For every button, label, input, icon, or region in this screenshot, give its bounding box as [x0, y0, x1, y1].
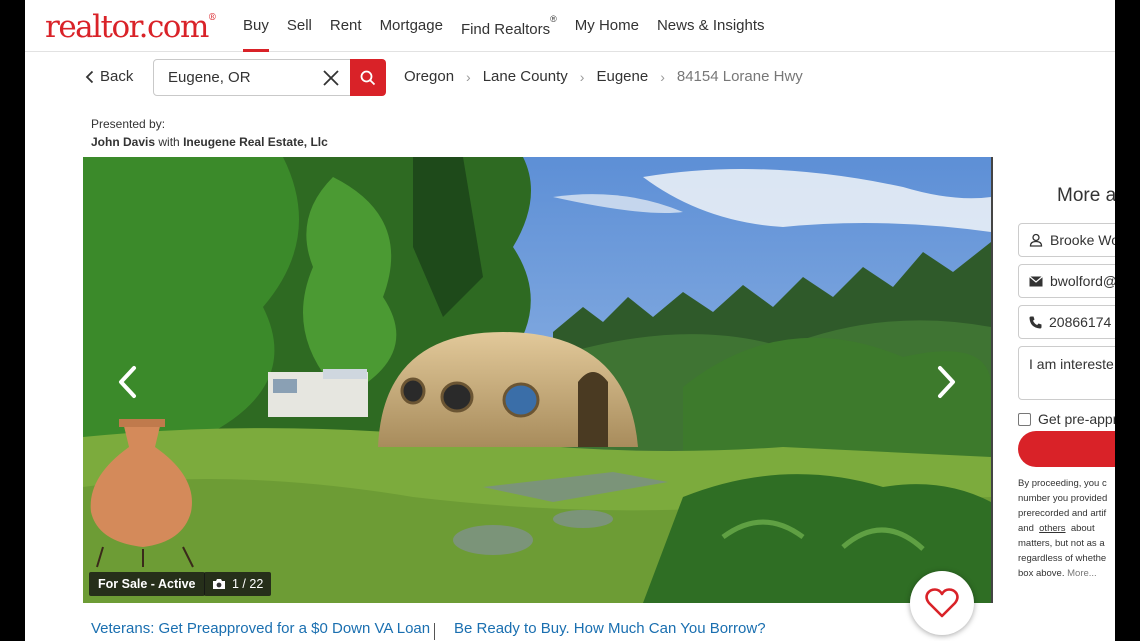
- search-button[interactable]: [350, 59, 386, 96]
- location-search: [153, 59, 351, 96]
- breadcrumb-address: 84154 Lorane Hwy: [676, 68, 803, 85]
- listing-photo: [83, 157, 991, 603]
- previous-photo-icon[interactable]: [113, 362, 143, 402]
- presented-connector: with: [158, 135, 180, 149]
- phone-field-value: 20866174: [1049, 314, 1112, 330]
- nav-mortgage[interactable]: Mortgage: [371, 0, 452, 52]
- email-field-value: bwolford@: [1050, 273, 1115, 289]
- top-navigation: realtor.com® Buy Sell Rent Mortgage Find…: [25, 0, 1115, 52]
- contact-agent-button[interactable]: [1018, 431, 1115, 467]
- photo-counter[interactable]: 1 / 22: [204, 572, 272, 596]
- search-icon: [360, 70, 376, 85]
- envelope-icon: [1029, 275, 1043, 286]
- name-field[interactable]: Brooke Wo: [1018, 223, 1115, 257]
- disclaimer-line: and others about: [1018, 523, 1095, 534]
- person-icon: [1029, 233, 1043, 247]
- back-label: Back: [100, 68, 134, 85]
- next-photo-icon[interactable]: [931, 362, 961, 402]
- email-field[interactable]: bwolford@: [1018, 264, 1115, 298]
- location-search-input[interactable]: [168, 69, 318, 86]
- phone-icon: [1029, 316, 1042, 328]
- contact-agent-panel: More a Brooke Wo bwolford@ 20866174 I am…: [991, 157, 1115, 603]
- nav-find-realtors[interactable]: Find Realtors®: [452, 0, 566, 52]
- listing-page: realtor.com® Buy Sell Rent Mortgage Find…: [25, 0, 1115, 641]
- listing-photo-carousel[interactable]: For Sale - Active 1 / 22: [83, 157, 991, 603]
- breadcrumb-county[interactable]: Lane County: [483, 68, 568, 85]
- chevron-left-icon: [85, 70, 94, 83]
- name-field-value: Brooke Wo: [1050, 232, 1115, 248]
- agent-name: John Davis: [91, 135, 156, 149]
- preapproval-checkbox[interactable]: [1018, 412, 1031, 426]
- preapproval-label: Get pre-appr: [1038, 411, 1115, 427]
- back-link[interactable]: Back: [85, 68, 133, 85]
- nav-my-home[interactable]: My Home: [566, 0, 648, 52]
- nav-rent[interactable]: Rent: [321, 0, 371, 52]
- others-link[interactable]: others: [1039, 523, 1065, 534]
- more-link[interactable]: More...: [1067, 568, 1097, 579]
- chevron-right-icon: ›: [466, 68, 471, 85]
- camera-icon: [213, 579, 225, 589]
- panel-title: More a: [1057, 185, 1115, 206]
- message-field-value: I am intereste: [1029, 356, 1114, 372]
- va-loan-link[interactable]: Veterans: Get Preapproved for a $0 Down …: [91, 620, 430, 637]
- disclaimer-line: prerecorded and artif: [1018, 508, 1107, 519]
- presented-by: Presented by: John Davis with Ineugene R…: [91, 115, 328, 151]
- preapproval-option[interactable]: Get pre-appr: [1018, 411, 1115, 427]
- breadcrumb: Oregon › Lane County › Eugene › 84154 Lo…: [404, 68, 803, 85]
- disclaimer-line: number you provided: [1018, 493, 1108, 504]
- disclaimer-line: By proceeding, you c: [1018, 478, 1107, 489]
- listing-status-badge: For Sale - Active: [89, 572, 205, 596]
- save-favorite-button[interactable]: [910, 571, 974, 635]
- clear-search-icon[interactable]: [322, 69, 340, 87]
- consent-disclaimer: By proceeding, you c number you provided…: [1018, 476, 1115, 581]
- nav-sell[interactable]: Sell: [278, 0, 321, 52]
- chevron-right-icon: ›: [579, 68, 585, 85]
- presented-by-label: Presented by:: [91, 117, 166, 131]
- brokerage-name: Ineugene Real Estate, Llc: [183, 135, 328, 149]
- disclaimer-line: matters, but not as a: [1018, 538, 1105, 549]
- heart-icon: [925, 588, 959, 618]
- nav-news-insights[interactable]: News & Insights: [648, 0, 774, 52]
- disclaimer-line: regardless of whethe: [1018, 553, 1107, 564]
- main-nav: Buy Sell Rent Mortgage Find Realtors® My…: [234, 0, 774, 52]
- borrow-calculator-link[interactable]: Be Ready to Buy. How Much Can You Borrow…: [454, 620, 766, 637]
- nav-buy[interactable]: Buy: [234, 0, 278, 52]
- breadcrumb-state[interactable]: Oregon: [404, 68, 454, 85]
- phone-field[interactable]: 20866174: [1018, 305, 1115, 339]
- realtor-logo[interactable]: realtor.com®: [45, 9, 217, 45]
- photo-counter-label: 1 / 22: [232, 577, 264, 591]
- breadcrumb-city[interactable]: Eugene: [596, 68, 648, 85]
- message-field[interactable]: I am intereste: [1018, 346, 1115, 400]
- chevron-right-icon: ›: [660, 68, 665, 85]
- link-divider: [434, 623, 435, 640]
- disclaimer-line: box above. More...: [1018, 568, 1097, 579]
